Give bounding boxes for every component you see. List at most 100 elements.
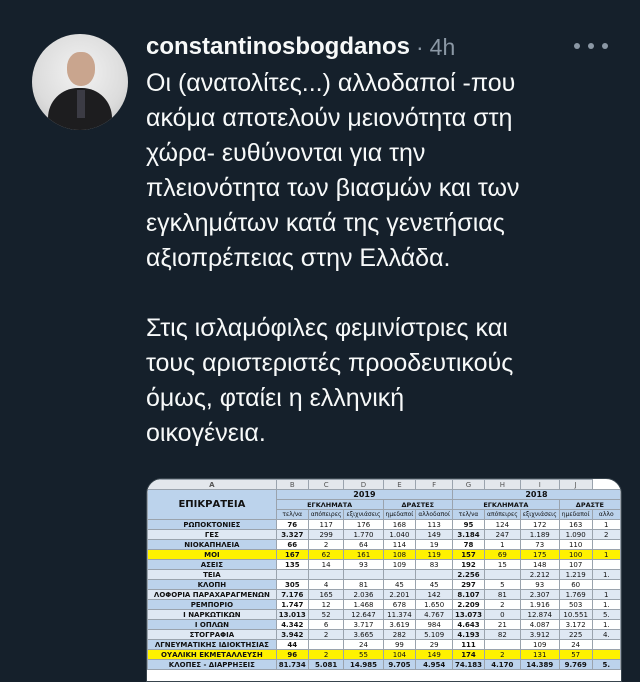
table-cell: 21 [484, 619, 521, 630]
year-label: 2019 [275, 489, 454, 500]
table-cell: 2.307 [519, 589, 560, 600]
table-cell: 95 [451, 519, 486, 530]
table-cell: 12.647 [343, 609, 384, 620]
column-letter: D [343, 479, 384, 490]
table-cell: 107 [558, 559, 593, 570]
table-cell: 299 [307, 529, 345, 540]
table-cell: 142 [415, 589, 453, 600]
table-cell: 1.747 [275, 599, 309, 610]
table-cell: 0 [484, 609, 521, 620]
table-cell: 4. [591, 629, 621, 640]
group-header: ΕΓΚΛΗΜΑΤΑ [275, 499, 384, 510]
subheader-cell: ημεδαποί [382, 509, 417, 520]
table-cell: 29 [415, 639, 453, 650]
post-line: αξιοπρέπειας στην Ελλάδα. [146, 244, 451, 272]
avatar[interactable] [32, 34, 128, 130]
table-cell: 174 [451, 649, 486, 660]
table-cell: 13.013 [275, 609, 309, 620]
table-cell: 1 [591, 519, 621, 530]
table-cell: 1. [591, 619, 621, 630]
table-cell: 76 [275, 519, 309, 530]
table-cell: 12.874 [519, 609, 560, 620]
column-letter: F [415, 479, 453, 490]
row-label: ΡΩΠΟΚΤΟΝΙΕΣ [147, 519, 277, 530]
year-label: 2018 [452, 489, 621, 500]
table-cell: 57 [558, 649, 593, 660]
table-cell: 14 [307, 559, 345, 570]
subheader-cell: τελ/να [451, 509, 486, 520]
table-cell: 247 [484, 529, 521, 540]
column-letter: J [558, 479, 593, 490]
table-cell: 104 [382, 649, 417, 660]
table-cell: 74.183 [451, 659, 486, 670]
table-cell: 175 [519, 549, 560, 560]
table-cell: 149 [415, 529, 453, 540]
post-line: τους αριστεριστές προοδευτικούς [146, 349, 514, 377]
table-cell: 11.374 [382, 609, 417, 620]
group-header: ΔΡΑΣΤΕΣ [382, 499, 454, 510]
table-cell: 3.912 [519, 629, 560, 640]
table-cell: 1.189 [519, 529, 560, 540]
table-cell: 119 [415, 549, 453, 560]
subheader-cell: απόπειρες [307, 509, 345, 520]
post-header: constantinosbogdanos · 4h [146, 32, 455, 62]
table-cell: 5.109 [415, 629, 453, 640]
table-cell: 55 [343, 649, 384, 660]
table-row: Ι ΝΑΡΚΩΤΙΚΩΝ 13.013 52 12.647 11.374 4.767 13.… [147, 609, 621, 620]
attached-image[interactable]: A B C D E F G H I J ΕΠΙΚΡΑΤΕΙΑ 2019 2018 ΕΓΚΛΗΜΑΤΑ ΔΡΑ… [146, 478, 622, 682]
post-line: ακόμα αποτελούν μειονότητα στη [146, 104, 513, 132]
table-cell: 66 [275, 539, 309, 550]
table-row: ΝΙΟΚΑΠΗΛΕΙΑ 66 2 64 114 19 78 1 73 110 [147, 539, 621, 550]
table-cell: 167 [275, 549, 309, 560]
row-label: ΛΓΝΕΥΜΑΤΙΚΗΣ ΙΔΙΟΚΤΗΣΙΑΣ [147, 639, 277, 650]
more-horizontal-icon[interactable] [574, 34, 608, 58]
table-cell [307, 639, 345, 650]
row-label: ΣΤΟΓΡΑΦΙΑ [147, 629, 277, 640]
table-cell: 165 [307, 589, 345, 600]
table-cell: 1. [591, 599, 621, 610]
table-cell: 1.219 [558, 569, 593, 580]
separator: · [416, 33, 424, 60]
subheader-cell: αλλο [591, 509, 621, 520]
table-cell: 192 [451, 559, 486, 570]
username[interactable]: constantinosbogdanos [146, 33, 410, 61]
table-cell: 81.734 [275, 659, 309, 670]
subheader-cell: εξιχνιάσεις [519, 509, 560, 520]
table-cell [484, 569, 521, 580]
post-line: εγκλημάτων κατά της γενετήσιας [146, 209, 505, 237]
table-cell: 13.073 [451, 609, 486, 620]
row-label: Ι ΟΠΛΩΝ [147, 619, 277, 630]
column-letter: I [519, 479, 560, 490]
table-cell: 109 [519, 639, 560, 650]
table-cell: 3.184 [451, 529, 486, 540]
table-cell: 1.040 [382, 529, 417, 540]
table-cell: 45 [415, 579, 453, 590]
table-cell: 2 [484, 649, 521, 660]
timestamp[interactable]: 4h [430, 34, 456, 61]
table-row: ΡΩΠΟΚΤΟΝΙΕΣ 76 117 176 168 113 95 124 172 163 1 [147, 519, 621, 530]
table-cell: 148 [519, 559, 560, 570]
table-cell [591, 559, 621, 570]
table-row: ΣΤΟΓΡΑΦΙΑ 3.942 2 3.665 282 5.109 4.193 82 3.912… [147, 629, 621, 640]
table-cell: 14.389 [519, 659, 560, 670]
table-cell: 282 [382, 629, 417, 640]
table-cell: 93 [519, 579, 560, 590]
table-cell: 8.107 [451, 589, 486, 600]
table-cell: 131 [519, 649, 560, 660]
table-cell [343, 569, 384, 580]
table-cell: 2 [307, 649, 345, 660]
subheader-cell: ημεδαποί [558, 509, 593, 520]
table-cell: 78 [451, 539, 486, 550]
table-cell: 3.619 [382, 619, 417, 630]
post-line: οικογένεια. [146, 419, 266, 447]
table-cell: 81 [484, 589, 521, 600]
subheader-cell: τελ/να [275, 509, 309, 520]
table-cell: 100 [558, 549, 593, 560]
table-cell: 52 [307, 609, 345, 620]
column-letter: G [451, 479, 486, 490]
group-header: ΕΓΚΛΗΜΑΤΑ [452, 499, 560, 510]
table-cell [484, 639, 521, 650]
table-row: ΛΓΝΕΥΜΑΤΙΚΗΣ ΙΔΙΟΚΤΗΣΙΑΣ 44 24 99 29 111 109 24 [147, 639, 621, 650]
table-cell: 4.767 [415, 609, 453, 620]
